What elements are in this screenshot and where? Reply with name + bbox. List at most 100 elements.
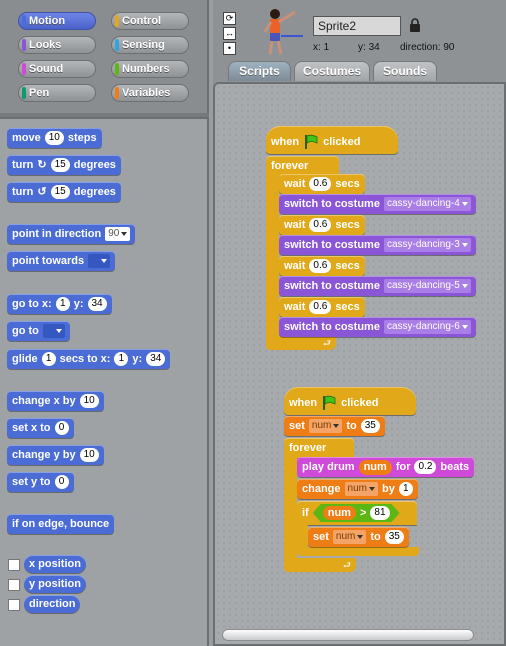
target-dropdown[interactable] [42,324,65,338]
y-position-reporter[interactable]: y position [24,575,86,593]
point-in-direction-block[interactable]: point in direction 90 [7,224,136,244]
secs-input[interactable]: 1 [41,352,56,366]
switch-costume-block[interactable]: switch to costume cassy-dancing-3 [279,235,476,255]
y-input[interactable]: 34 [87,297,107,311]
tab-costumes[interactable]: Costumes [294,61,370,81]
set-y-block[interactable]: set y to 0 [7,472,74,492]
set-variable-block[interactable]: set num to 35 [308,527,409,547]
wait-block[interactable]: wait 0.6 secs [279,215,365,235]
set-variable-block[interactable]: set num to 35 [284,416,385,436]
sprite-name-input[interactable]: Sprite2 [313,16,401,36]
target-dropdown[interactable] [88,254,111,268]
x-position-checkbox[interactable] [8,559,20,571]
variable-dropdown[interactable]: num [308,419,343,433]
change-y-block[interactable]: change y by 10 [7,445,104,465]
play-drum-block[interactable]: play drum num for 0.2 beats [297,457,475,477]
block-text: change x by [12,395,76,407]
wait-block[interactable]: wait 0.6 secs [279,256,365,276]
forever-block[interactable]: forever [284,438,354,458]
value-input[interactable]: 0 [54,421,69,435]
switch-costume-block[interactable]: switch to costume cassy-dancing-5 [279,276,476,296]
turn-left-block[interactable]: turn ↺ 15 degrees [7,182,121,202]
rotation-none-button[interactable]: • [223,42,236,55]
greater-than-operator[interactable]: num > 81 [313,504,400,522]
rotation-full-button[interactable]: ⟳ [223,12,236,25]
category-variables-button[interactable]: Variables [111,84,189,102]
go-to-block[interactable]: go to [7,321,70,341]
block-text: clicked [341,397,379,409]
variable-dropdown[interactable]: num [332,530,367,544]
horizontal-scrollbar[interactable] [222,629,474,641]
wait-secs-input[interactable]: 0.6 [309,259,332,273]
beats-input[interactable]: 0.2 [414,460,437,474]
block-text: wait [284,219,306,231]
change-x-block[interactable]: change x by 10 [7,391,104,411]
y-input[interactable]: 34 [146,352,166,366]
rotation-leftright-button[interactable]: ↔ [223,27,236,40]
costume-dropdown[interactable]: cassy-dancing-5 [383,279,471,293]
change-variable-block[interactable]: change num by 1 [297,479,418,499]
switch-costume-block[interactable]: switch to costume cassy-dancing-6 [279,317,476,337]
block-text: y position [29,578,81,590]
steps-input[interactable]: 10 [44,131,64,145]
set-x-block[interactable]: set x to 0 [7,418,74,438]
y-position-checkbox[interactable] [8,579,20,591]
variable-dropdown[interactable]: num [344,482,378,496]
x-input[interactable]: 1 [114,352,129,366]
wait-secs-input[interactable]: 0.6 [309,300,332,314]
go-to-xy-block[interactable]: go to x: 1 y: 34 [7,294,112,314]
num-variable-reporter[interactable]: num [358,459,392,475]
direction-checkbox[interactable] [8,599,20,611]
costume-dropdown[interactable]: cassy-dancing-3 [383,238,471,252]
tab-scripts[interactable]: Scripts [228,61,291,81]
set-value-input[interactable]: 35 [360,419,380,433]
if-block[interactable]: if num > 81 [297,501,417,525]
block-text: degrees [73,186,116,198]
when-flag-clicked-hat[interactable]: when clicked [284,387,416,415]
x-input[interactable]: 1 [55,297,70,311]
bounce-block[interactable]: if on edge, bounce [7,514,115,534]
category-numbers-button[interactable]: Numbers [111,60,189,78]
wait-block[interactable]: wait 0.6 secs [279,174,365,194]
category-motion-button[interactable]: Motion [18,12,96,30]
category-sensing-button[interactable]: Sensing [111,36,189,54]
green-flag-icon [323,395,336,410]
direction-dropdown[interactable]: 90 [105,227,131,241]
category-control-button[interactable]: Control [111,12,189,30]
category-looks-button[interactable]: Looks [18,36,96,54]
scripts-area[interactable] [213,82,506,646]
direction-reporter[interactable]: direction [24,595,81,613]
dropdown-arrow-icon [357,535,364,539]
degrees-input[interactable]: 15 [50,185,70,199]
tab-sounds[interactable]: Sounds [373,61,437,81]
wait-block[interactable]: wait 0.6 secs [279,297,365,317]
value-input[interactable]: 10 [79,394,99,408]
wait-secs-input[interactable]: 0.6 [309,218,332,232]
costume-dropdown[interactable]: cassy-dancing-4 [383,197,471,211]
wait-secs-input[interactable]: 0.6 [309,177,332,191]
category-pen-button[interactable]: Pen [18,84,96,102]
move-steps-block[interactable]: move 10 steps [7,128,102,148]
forever-block[interactable]: forever [266,156,339,176]
value-input[interactable]: 0 [54,475,69,489]
degrees-input[interactable]: 15 [50,158,70,172]
num-variable-reporter[interactable]: num [323,506,356,520]
value-input[interactable]: 10 [79,448,99,462]
category-sound-button[interactable]: Sound [18,60,96,78]
forever-bottom: ⮐ [284,558,356,572]
costume-dropdown[interactable]: cassy-dancing-6 [383,320,471,334]
block-text: set x to [12,422,51,434]
forever-arm [266,174,279,336]
lock-icon[interactable] [409,18,421,32]
switch-costume-block[interactable]: switch to costume cassy-dancing-4 [279,194,476,214]
turn-right-block[interactable]: turn ↻ 15 degrees [7,155,121,175]
set-value-input[interactable]: 35 [384,530,404,544]
x-position-reporter[interactable]: x position [24,555,86,573]
dropdown-value: cassy-dancing-4 [386,198,460,209]
dropdown-arrow-icon [333,424,340,428]
glide-block[interactable]: glide 1 secs to x: 1 y: 34 [7,349,171,369]
change-value-input[interactable]: 1 [398,482,413,496]
when-flag-clicked-hat[interactable]: when clicked [266,126,398,154]
point-towards-block[interactable]: point towards [7,251,116,271]
compare-value-input[interactable]: 81 [370,506,389,520]
